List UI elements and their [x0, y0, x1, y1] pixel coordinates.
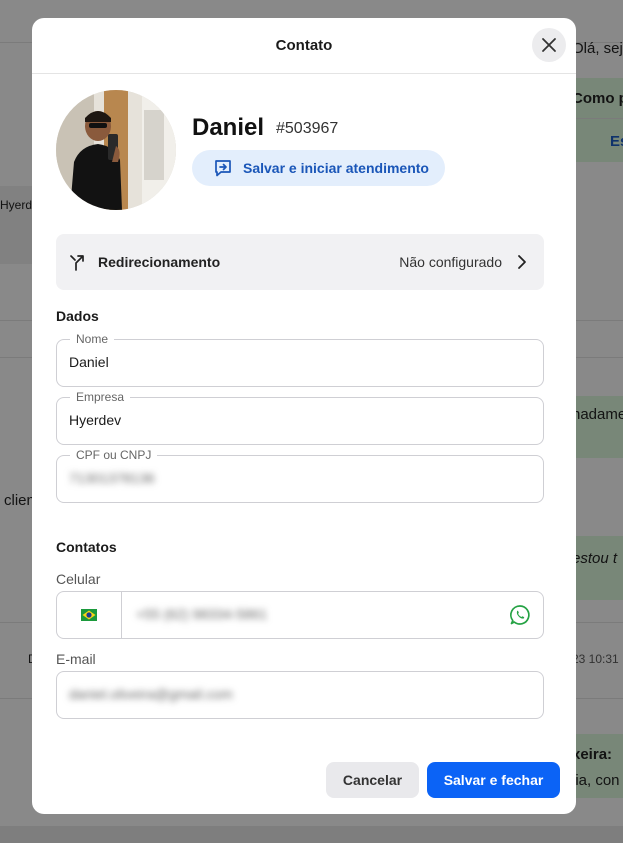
contact-id: #503967: [276, 120, 339, 137]
email-field: [56, 671, 544, 719]
whatsapp-icon[interactable]: [509, 604, 531, 631]
email-label: E-mail: [56, 651, 96, 667]
name-input[interactable]: [69, 354, 529, 370]
phone-field: [56, 591, 544, 639]
cancel-button[interactable]: Cancelar: [326, 762, 419, 798]
company-field-label: Empresa: [70, 390, 131, 404]
phone-number-area: [122, 592, 543, 638]
company-input[interactable]: [69, 412, 529, 428]
name-field-label: Nome: [70, 332, 115, 346]
redirect-arrow-icon: [68, 252, 88, 272]
save-and-start-button[interactable]: Salvar e iniciar atendimento: [192, 150, 445, 186]
redirect-status: Não configurado: [399, 254, 502, 270]
save-and-start-label: Salvar e iniciar atendimento: [243, 160, 429, 176]
chat-forward-icon: [213, 158, 233, 178]
phone-label: Celular: [56, 571, 101, 587]
close-icon: [541, 37, 557, 53]
country-selector[interactable]: [57, 592, 122, 638]
modal-title: Contato: [275, 37, 333, 54]
redirect-row[interactable]: Redirecionamento Não configurado: [56, 234, 544, 290]
close-button[interactable]: [532, 28, 566, 62]
phone-input[interactable]: [136, 606, 496, 622]
section-title-contatos: Contatos: [56, 539, 117, 555]
document-field: CPF ou CNPJ: [56, 448, 544, 503]
contact-avatar[interactable]: [56, 90, 176, 210]
chevron-right-icon: [514, 254, 530, 270]
section-title-dados: Dados: [56, 308, 99, 324]
name-field: Nome: [56, 332, 544, 387]
document-field-label: CPF ou CNPJ: [70, 448, 158, 462]
company-field: Empresa: [56, 390, 544, 445]
save-and-close-button[interactable]: Salvar e fechar: [427, 762, 560, 798]
contact-name: Daniel: [192, 114, 265, 141]
document-input[interactable]: [69, 470, 529, 486]
modal-header: Contato: [32, 18, 576, 74]
contact-modal: Contato Daniel #503967 Salvar e iniciar …: [32, 18, 576, 814]
brazil-flag-icon: [81, 609, 97, 621]
email-input[interactable]: [69, 686, 529, 702]
redirect-label: Redirecionamento: [98, 254, 221, 270]
